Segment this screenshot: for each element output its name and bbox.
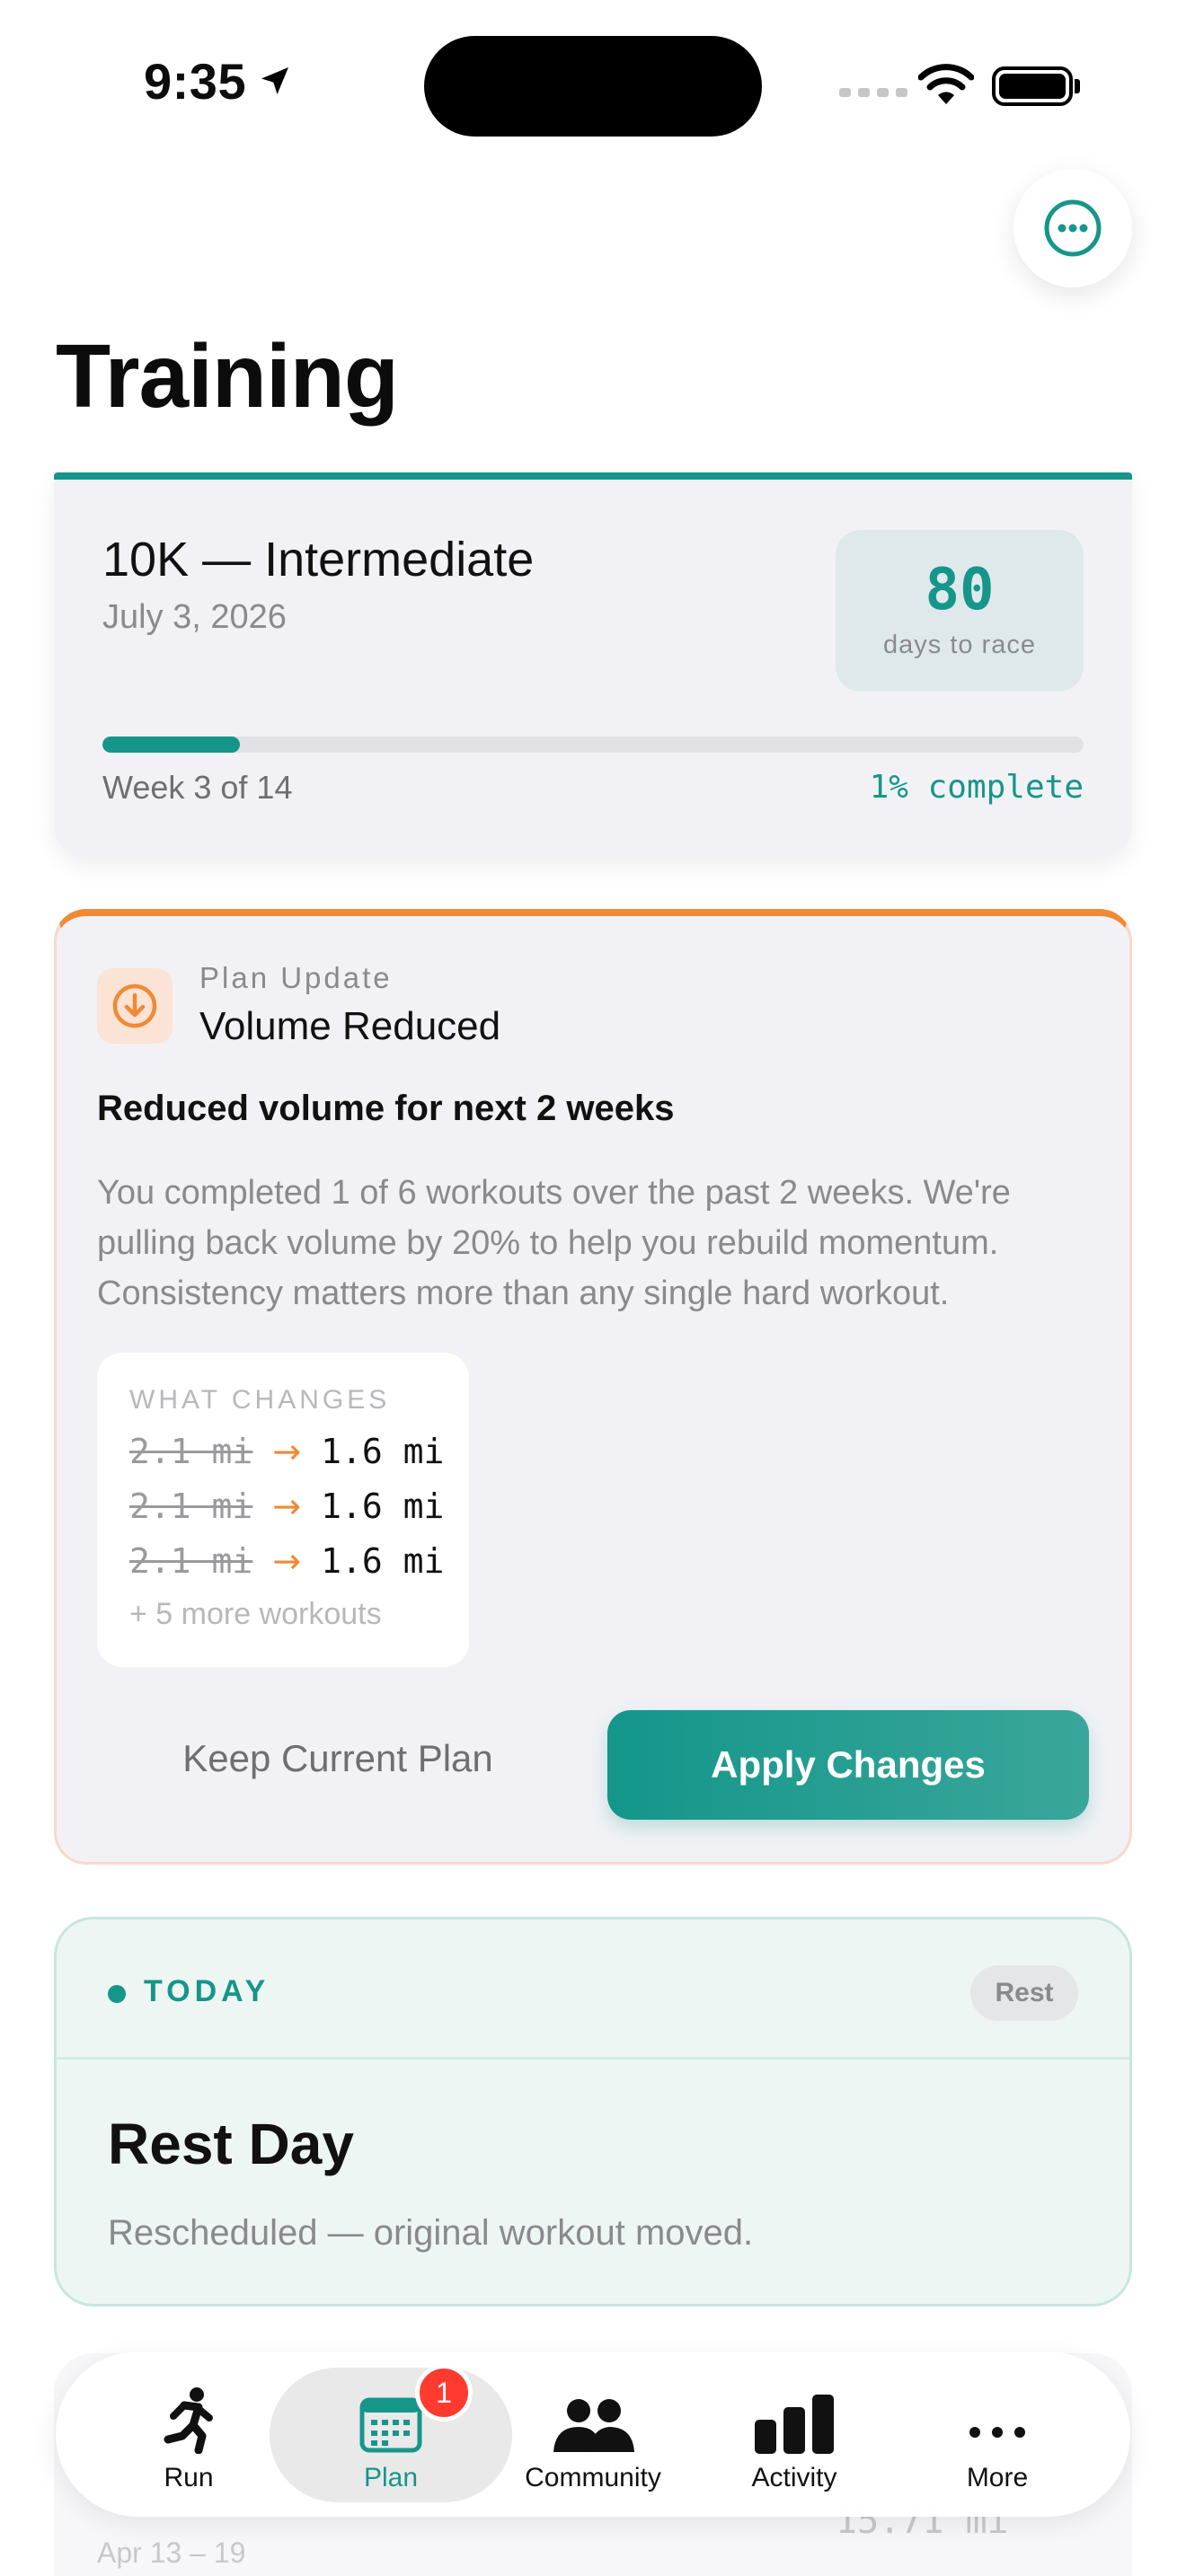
tab-activity[interactable]: Activity [690,2368,898,2502]
arrow-right-icon: → [272,1486,302,1526]
battery-cap [1075,79,1080,93]
days-to-race-badge: 80 days to race [836,530,1084,692]
new-distance: 1.6 mi [321,1486,445,1526]
race-date: July 3, 2026 [102,598,287,636]
runner-icon [157,2380,220,2454]
tab-activity-label: Activity [751,2463,837,2492]
today-label: TODAY [144,1974,270,2008]
today-divider [56,2057,1130,2060]
tab-community-label: Community [525,2463,661,2492]
rest-badge: Rest [970,1965,1078,2021]
plan-notification-badge: 1 [415,2364,473,2422]
location-arrow-icon [257,63,293,103]
bar-chart-icon [753,2380,836,2454]
old-distance: 2.1 mi [129,1432,253,1471]
old-distance: 2.1 mi [129,1486,253,1526]
page-title: Training [56,326,399,427]
apply-changes-button[interactable]: Apply Changes [607,1710,1089,1820]
keep-current-plan-button[interactable]: Keep Current Plan [122,1737,553,1780]
arrow-right-icon: → [272,1541,302,1581]
arrow-down-circle-icon [97,968,173,1044]
plan-update-title: Volume Reduced [199,1004,501,1048]
people-icon [550,2380,636,2454]
tab-run-label: Run [164,2463,214,2492]
more-workouts-text: + 5 more workouts [129,1597,382,1631]
dynamic-island [424,36,762,137]
cellular-signal-icon [839,88,907,97]
wifi-icon [917,63,975,110]
plan-update-body: You completed 1 of 6 workouts over the p… [97,1174,1011,1312]
tab-run[interactable]: Run [84,2368,293,2502]
arrow-right-icon: → [272,1432,302,1471]
plan-progress-fill [102,737,240,753]
days-to-race-number: 80 [925,557,995,623]
old-distance: 2.1 mi [129,1541,253,1581]
more-options-button[interactable] [1013,169,1132,287]
tab-plan-label: Plan [363,2463,419,2492]
plan-progress-bar [102,737,1084,753]
change-row: 2.1 mi → 1.6 mi [129,1541,444,1581]
ellipsis-circle-icon [1044,199,1102,257]
plan-update-heading: Reduced volume for next 2 weeks [97,1089,675,1128]
changes-label: WHAT CHANGES [129,1385,391,1415]
percent-complete-text: 1% complete [869,769,1084,806]
ellipsis-icon [966,2380,1029,2454]
status-time: 9:35 [144,53,247,110]
tab-community[interactable]: Community [487,2368,699,2502]
rest-day-title: Rest Day [108,2112,354,2176]
change-row: 2.1 mi → 1.6 mi [129,1486,444,1526]
race-name: 10K — Intermediate [102,533,535,587]
tab-more[interactable]: More [893,2368,1102,2502]
today-dot-icon [108,1985,126,2003]
days-to-race-label: days to race [883,631,1036,659]
tab-plan[interactable]: Plan [270,2368,512,2502]
calendar-icon [358,2380,423,2454]
week-progress-text: Week 3 of 14 [102,769,293,806]
next-week-dates: Apr 13 – 19 [97,2536,246,2569]
new-distance: 1.6 mi [321,1432,445,1471]
new-distance: 1.6 mi [321,1541,445,1581]
change-row: 2.1 mi → 1.6 mi [129,1432,444,1471]
rest-day-subtitle: Rescheduled — original workout moved. [108,2213,754,2253]
plan-update-eyebrow: Plan Update [199,961,393,994]
tab-more-label: More [966,2463,1029,2492]
battery-icon [992,66,1073,106]
